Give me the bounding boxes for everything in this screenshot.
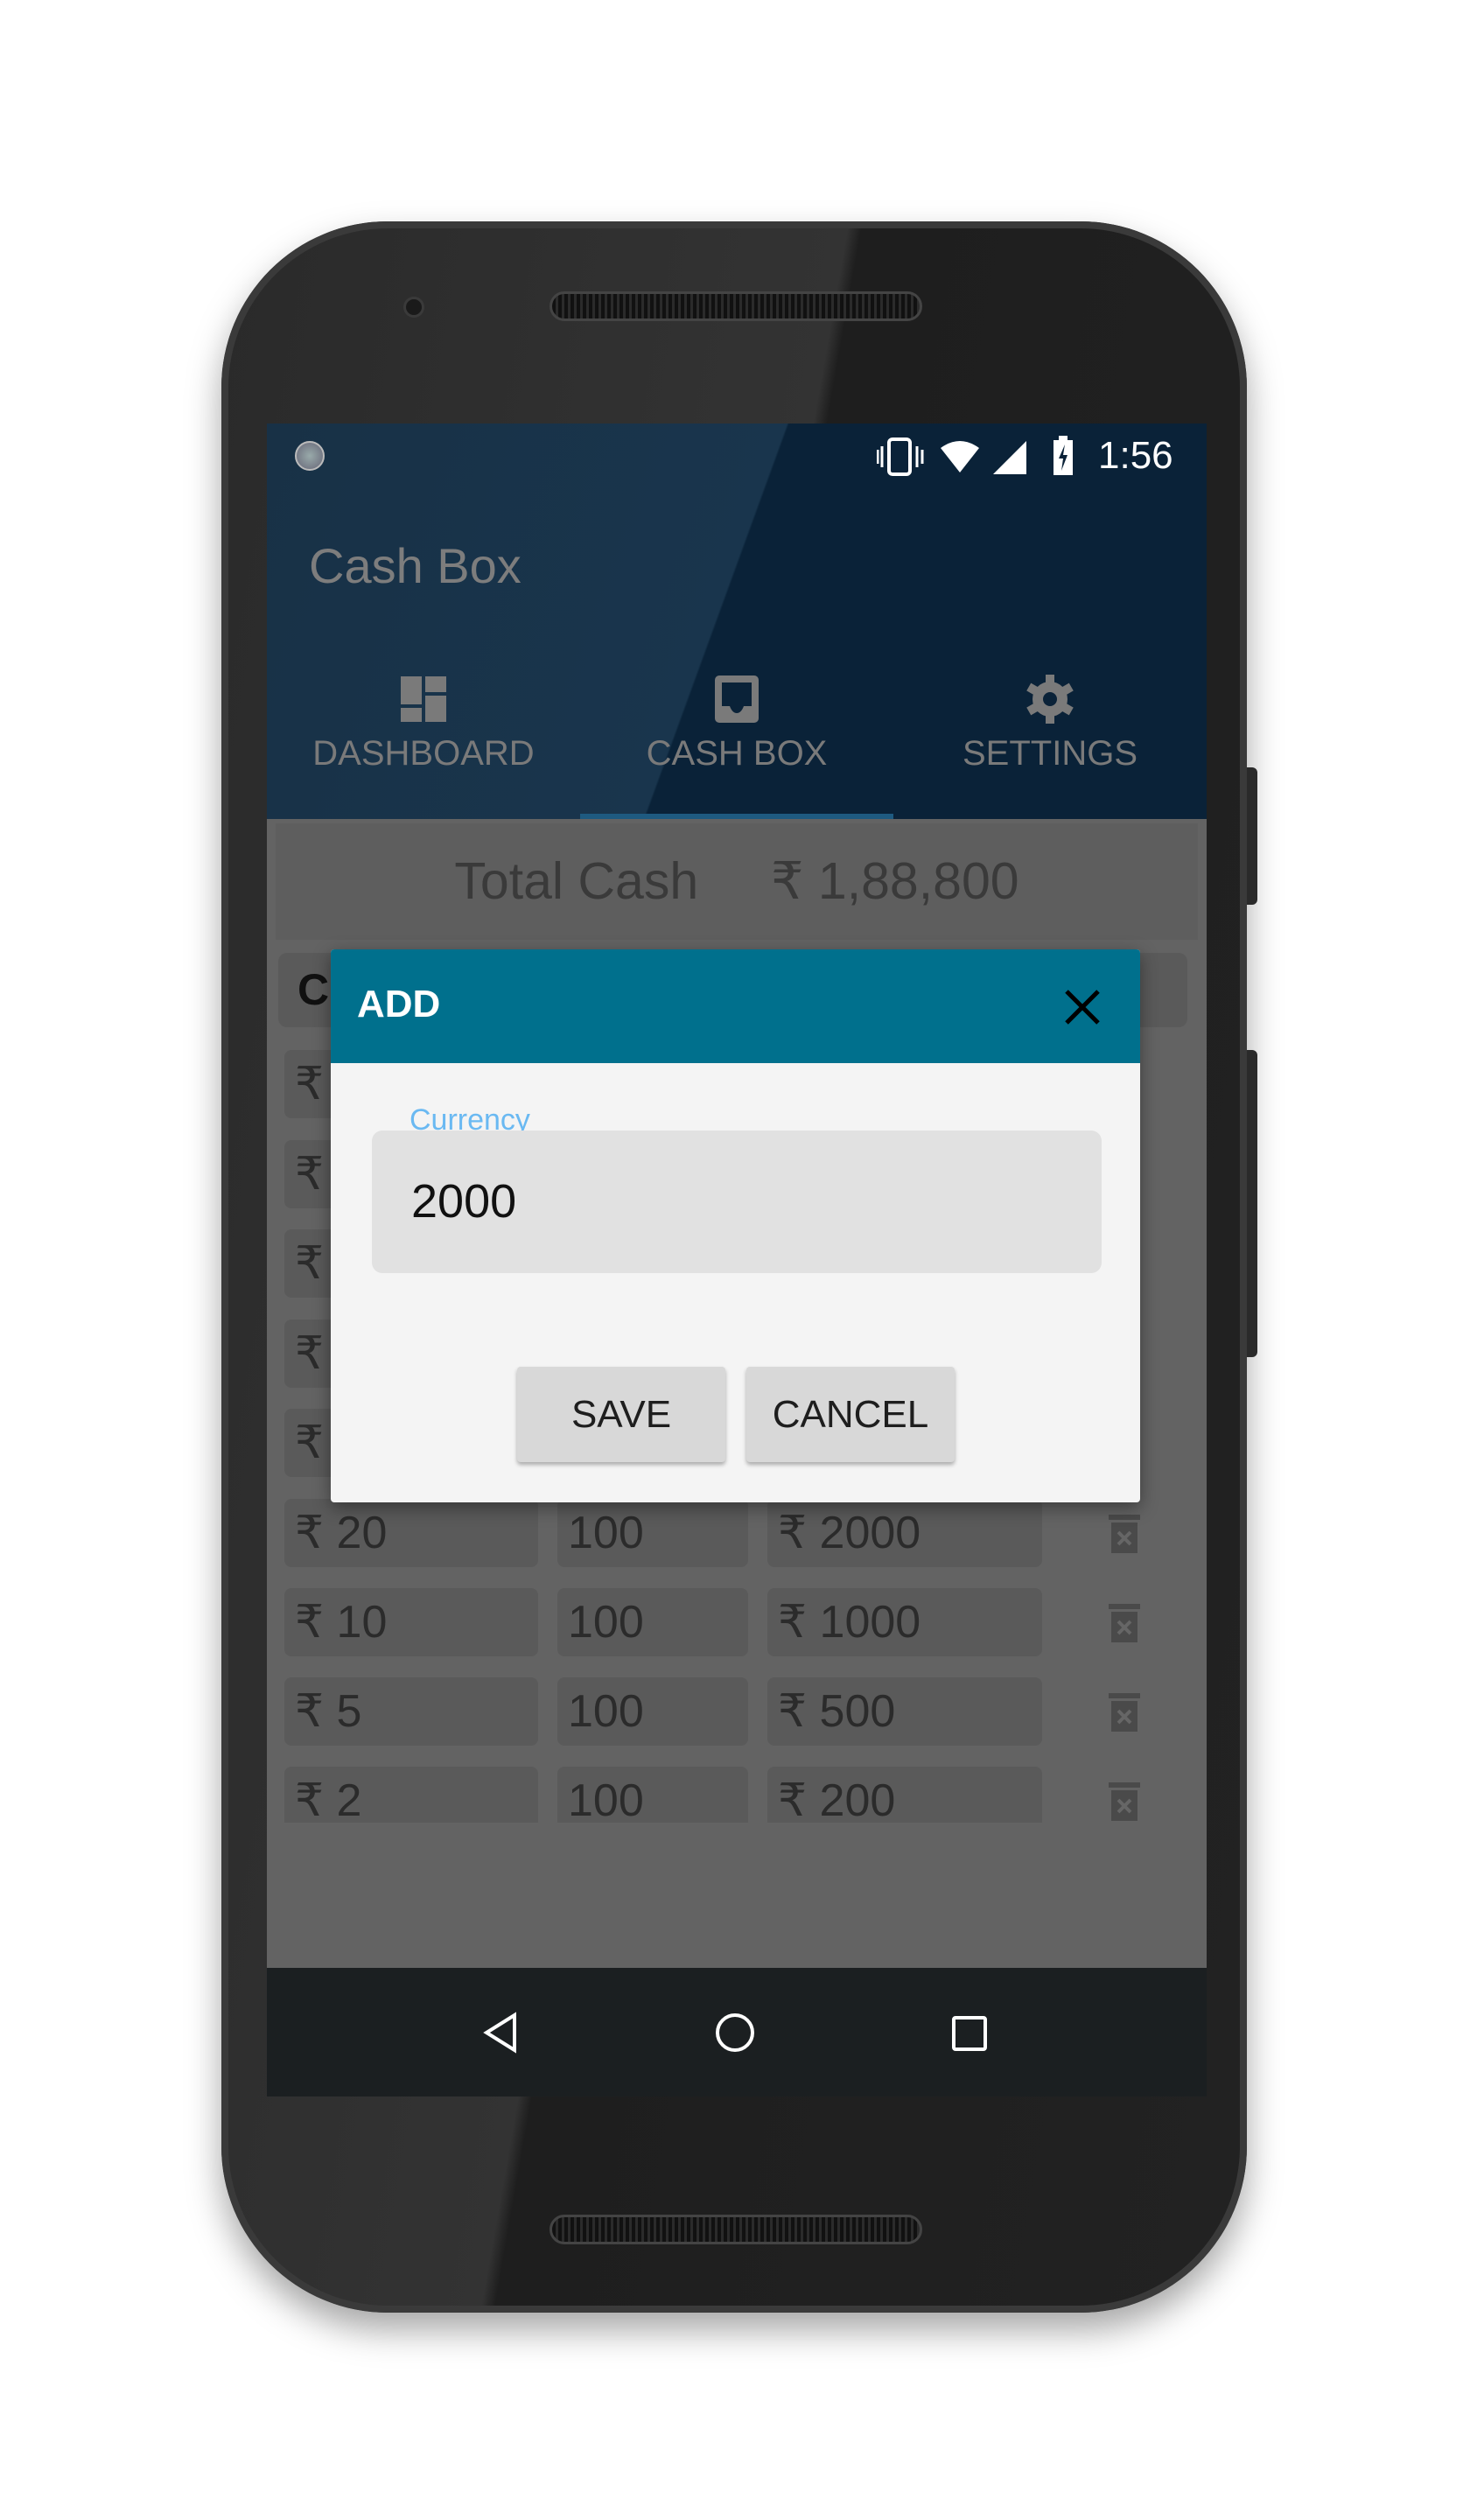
currency-cell[interactable]: ₹ 5 xyxy=(284,1677,538,1746)
navigation-bar xyxy=(267,1968,1207,2096)
cancel-button[interactable]: CANCEL xyxy=(746,1367,955,1462)
table-row: ₹ 2 100 ₹ 200 xyxy=(267,1767,1207,1823)
count-cell[interactable]: 100 xyxy=(557,1499,748,1567)
total-cash-label: Total Cash xyxy=(454,852,699,910)
save-button[interactable]: SAVE xyxy=(517,1367,725,1462)
home-icon[interactable] xyxy=(714,2012,756,2054)
wifi-icon xyxy=(941,441,979,472)
tab-label: CASH BOX xyxy=(646,734,828,773)
total-cell: ₹ 200 xyxy=(767,1767,1042,1823)
add-dialog: ADD Currency 2000 SAVE CANCEL xyxy=(331,949,1140,1502)
count-cell[interactable]: 100 xyxy=(557,1767,748,1823)
count-cell[interactable]: 100 xyxy=(557,1677,748,1746)
close-icon[interactable] xyxy=(1064,989,1101,1026)
dashboard-icon xyxy=(401,676,446,722)
battery-charging-icon xyxy=(1054,436,1073,475)
total-cell: ₹ 1000 xyxy=(767,1588,1042,1656)
currency-cell[interactable]: ₹ 10 xyxy=(284,1588,538,1656)
signal-icon xyxy=(993,441,1026,474)
total-cash-value: ₹ 1,88,800 xyxy=(770,852,1019,910)
currency-cell[interactable]: ₹ 20 xyxy=(284,1499,538,1567)
table-row: ₹ 5 100 ₹ 500 xyxy=(267,1677,1207,1767)
status-bar: 1:56 xyxy=(267,424,1207,487)
back-icon[interactable] xyxy=(481,2012,520,2054)
delete-icon[interactable] xyxy=(1107,1602,1142,1644)
tab-label: SETTINGS xyxy=(962,734,1138,773)
tab-indicator xyxy=(580,814,893,819)
gear-icon xyxy=(1026,675,1074,724)
total-cash-bar: Total Cash ₹ 1,88,800 xyxy=(276,823,1198,940)
currency-input[interactable]: 2000 xyxy=(372,1130,1102,1273)
clock: 1:56 xyxy=(1098,434,1173,477)
table-row: ₹ 20 100 ₹ 2000 xyxy=(267,1499,1207,1588)
dialog-title: ADD xyxy=(357,983,441,1026)
tab-settings[interactable]: SETTINGS xyxy=(893,638,1207,819)
delete-icon[interactable] xyxy=(1107,1781,1142,1823)
top-speaker xyxy=(550,291,922,321)
tab-cash-box[interactable]: CASH BOX xyxy=(580,638,893,819)
total-cell: ₹ 500 xyxy=(767,1677,1042,1746)
notification-dot-icon xyxy=(295,441,325,471)
delete-icon[interactable] xyxy=(1107,1691,1142,1733)
vibrate-icon xyxy=(877,438,924,476)
app-title: Cash Box xyxy=(309,538,522,593)
currency-cell[interactable]: ₹ 2 xyxy=(284,1767,538,1823)
dialog-header: ADD xyxy=(331,949,1140,1063)
tab-dashboard[interactable]: DASHBOARD xyxy=(267,638,580,819)
tab-label: DASHBOARD xyxy=(312,734,535,773)
count-cell[interactable]: 100 xyxy=(557,1588,748,1656)
delete-icon[interactable] xyxy=(1107,1513,1142,1555)
front-camera xyxy=(403,297,424,318)
total-cell: ₹ 2000 xyxy=(767,1499,1042,1567)
app-bar: 1:56 Cash Box DASHBOARD CASH BOX SETTING… xyxy=(267,424,1207,819)
recents-icon[interactable] xyxy=(951,2015,988,2052)
power-button xyxy=(1247,767,1257,905)
table-row: ₹ 10 100 ₹ 1000 xyxy=(267,1588,1207,1677)
table-body: ₹ 20 100 ₹ 2000 ₹ 10 100 ₹ 1000 ₹ 5 100 … xyxy=(267,1499,1207,1823)
volume-button xyxy=(1247,1050,1257,1357)
inbox-icon xyxy=(715,676,759,723)
bottom-speaker xyxy=(550,2215,922,2244)
currency-input-value: 2000 xyxy=(411,1175,517,1228)
